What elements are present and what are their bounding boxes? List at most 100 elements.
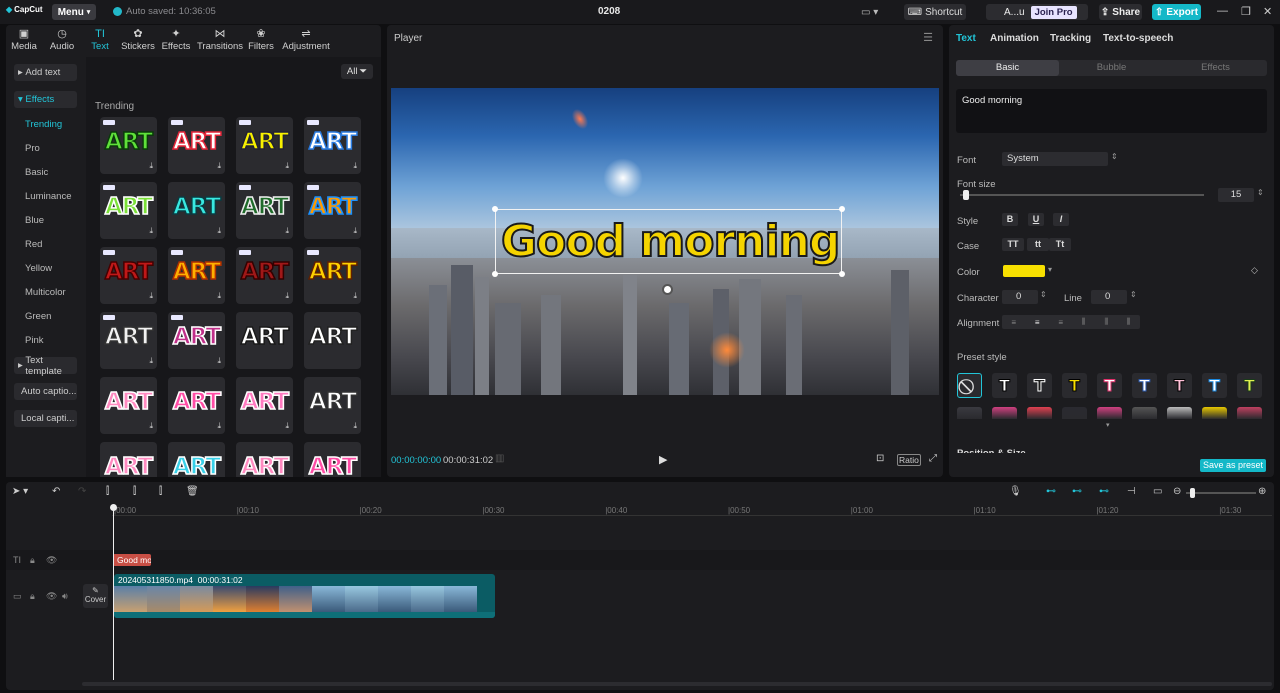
text-effect-tile[interactable]: ART xyxy=(236,442,293,477)
tab-stickers[interactable]: ✿ Stickers xyxy=(120,27,156,53)
resize-handle[interactable] xyxy=(492,271,498,277)
preview-axis-icon[interactable]: ▭ xyxy=(1153,486,1162,497)
line-spacing-input[interactable]: 0 xyxy=(1091,290,1127,304)
preset-style-tile[interactable] xyxy=(957,407,982,419)
sidebar-sub-basic[interactable]: Basic xyxy=(25,167,48,178)
text-effect-tile[interactable]: ART xyxy=(304,312,361,369)
underline-button[interactable]: U xyxy=(1028,213,1044,226)
tab-text-props[interactable]: Text xyxy=(956,33,976,44)
sidebar-item-text-template[interactable]: ▸ Text template xyxy=(14,355,77,377)
play-icon[interactable]: ▶ xyxy=(659,453,667,466)
sidebar-sub-pink[interactable]: Pink xyxy=(25,335,43,346)
align-icon[interactable]: ⊣ xyxy=(1127,486,1136,497)
zoom-slider-handle[interactable] xyxy=(1190,488,1195,498)
segment-bubble[interactable]: Bubble xyxy=(1060,60,1163,76)
tab-adjustment[interactable]: ⇌ Adjustment xyxy=(282,27,330,53)
bold-button[interactable]: B xyxy=(1002,213,1018,226)
playhead[interactable] xyxy=(113,508,114,680)
export-button[interactable]: ⇧ Export xyxy=(1152,4,1201,20)
sidebar-sub-trending[interactable]: Trending xyxy=(25,119,62,130)
sidebar-sub-blue[interactable]: Blue xyxy=(25,215,44,226)
lock-icon[interactable]: 🔒︎ xyxy=(30,591,35,602)
align-bottom-icon[interactable]: ⫼ xyxy=(1127,317,1131,327)
tab-text[interactable]: TI Text xyxy=(82,27,118,53)
tab-text-to-speech[interactable]: Text-to-speech xyxy=(1103,33,1173,44)
close-icon[interactable]: ✕ xyxy=(1263,5,1272,18)
preset-style-tile[interactable] xyxy=(1027,407,1052,419)
text-effect-tile[interactable]: ART ⤓ xyxy=(304,247,361,304)
text-effect-tile[interactable]: ART ⤓ xyxy=(304,117,361,174)
volume-icon[interactable]: 🔊︎ xyxy=(62,591,68,602)
sidebar-sub-luminance[interactable]: Luminance xyxy=(25,191,71,202)
video-clip[interactable]: 202405311850.mp4 00:00:31:02 xyxy=(114,574,495,618)
download-icon[interactable]: ⤓ xyxy=(217,291,221,301)
eye-icon[interactable]: 👁︎ xyxy=(46,591,57,602)
download-icon[interactable]: ⤓ xyxy=(285,291,289,301)
filter-dropdown[interactable]: All ⏷ xyxy=(341,64,373,79)
download-icon[interactable]: ⤓ xyxy=(353,291,357,301)
align-top-icon[interactable]: ⫼ xyxy=(1082,317,1086,327)
case-upper-button[interactable]: TT xyxy=(1002,238,1024,251)
zoom-in-icon[interactable]: ⊕ xyxy=(1258,486,1266,497)
sidebar-sub-pro[interactable]: Pro xyxy=(25,143,40,154)
font-size-input[interactable]: 15 xyxy=(1218,188,1254,202)
account-button[interactable]: A...u Join Pro xyxy=(986,4,1088,20)
sidebar-item-add-text[interactable]: ▸ Add text xyxy=(14,64,77,81)
share-button[interactable]: ⇪ Share xyxy=(1099,4,1142,20)
preset-style-tile[interactable]: T xyxy=(1202,373,1227,398)
preset-style-tile[interactable] xyxy=(1167,407,1192,419)
download-icon[interactable]: ⤓ xyxy=(217,421,221,431)
preset-style-tile[interactable]: T xyxy=(1132,373,1157,398)
chevron-down-icon[interactable]: ▾ xyxy=(1106,421,1110,429)
delete-icon[interactable]: 🗑 xyxy=(186,486,199,497)
preset-style-tile[interactable]: T xyxy=(992,373,1017,398)
download-icon[interactable]: ⤓ xyxy=(217,161,221,171)
tab-audio[interactable]: ◷ Audio xyxy=(44,27,80,53)
timeline-scrollbar[interactable] xyxy=(82,682,1272,686)
character-stepper-icon[interactable]: ⇕ xyxy=(1040,290,1047,299)
snap-icon[interactable]: ⊷ xyxy=(1099,486,1109,497)
preset-style-tile[interactable] xyxy=(1097,407,1122,419)
text-effect-tile[interactable]: ART ⤓ xyxy=(100,377,157,434)
text-effect-tile[interactable]: ART xyxy=(168,442,225,477)
link-clips-icon[interactable]: ⊷ xyxy=(1046,486,1056,497)
microphone-icon[interactable]: 🎙 xyxy=(1009,486,1022,497)
zoom-out-icon[interactable]: ⊖ xyxy=(1173,486,1181,497)
download-icon[interactable]: ⤓ xyxy=(149,421,153,431)
save-as-preset-button[interactable]: Save as preset xyxy=(1200,459,1266,472)
align-right-icon[interactable]: ≡ xyxy=(1058,318,1063,327)
fullscreen-icon[interactable]: ⤢ xyxy=(929,453,937,464)
preset-style-tile[interactable] xyxy=(1202,407,1227,419)
text-effect-tile[interactable]: ART ⤓ xyxy=(100,312,157,369)
resize-handle[interactable] xyxy=(839,271,845,277)
text-effect-tile[interactable]: ART ⤓ xyxy=(236,182,293,239)
snapshot-icon[interactable]: ⊡ xyxy=(876,453,884,464)
font-size-slider-track[interactable] xyxy=(960,194,1204,196)
tab-animation[interactable]: Animation xyxy=(990,33,1039,44)
lock-icon[interactable]: 🔒︎ xyxy=(30,555,35,566)
text-effect-tile[interactable]: ART ⤓ xyxy=(168,117,225,174)
sidebar-sub-green[interactable]: Green xyxy=(25,311,51,322)
text-effect-tile[interactable]: ART ⤓ xyxy=(304,377,361,434)
resize-handle[interactable] xyxy=(492,206,498,212)
undo-icon[interactable]: ↶ xyxy=(52,486,60,497)
menu-button[interactable]: Menu ▾ xyxy=(52,4,96,20)
text-effect-tile[interactable]: ART xyxy=(100,442,157,477)
preset-style-tile[interactable] xyxy=(1062,407,1087,419)
eye-icon[interactable]: 👁︎ xyxy=(46,555,57,566)
layout-icon[interactable]: ▭ ▾ xyxy=(861,5,878,19)
text-effect-tile[interactable]: ART ⤓ xyxy=(168,377,225,434)
text-effect-tile[interactable]: ART ⤓ xyxy=(236,247,293,304)
magnet-icon[interactable]: ⊷ xyxy=(1072,486,1082,497)
preset-style-tile[interactable] xyxy=(1132,407,1157,419)
preset-style-tile[interactable]: T xyxy=(1097,373,1122,398)
no-style-icon[interactable]: ⃠ xyxy=(957,373,982,398)
text-effect-tile[interactable]: ART ⤓ xyxy=(100,117,157,174)
text-effect-tile[interactable]: ART ⤓ xyxy=(236,117,293,174)
video-preview[interactable]: Good morning xyxy=(391,88,939,395)
font-size-stepper-icon[interactable]: ⇕ xyxy=(1257,188,1264,197)
align-middle-icon[interactable]: ⫼ xyxy=(1104,317,1108,327)
sidebar-item-effects[interactable]: ▾ Effects xyxy=(14,91,77,108)
text-effect-tile[interactable]: ART xyxy=(236,312,293,369)
download-icon[interactable]: ⤓ xyxy=(285,226,289,236)
